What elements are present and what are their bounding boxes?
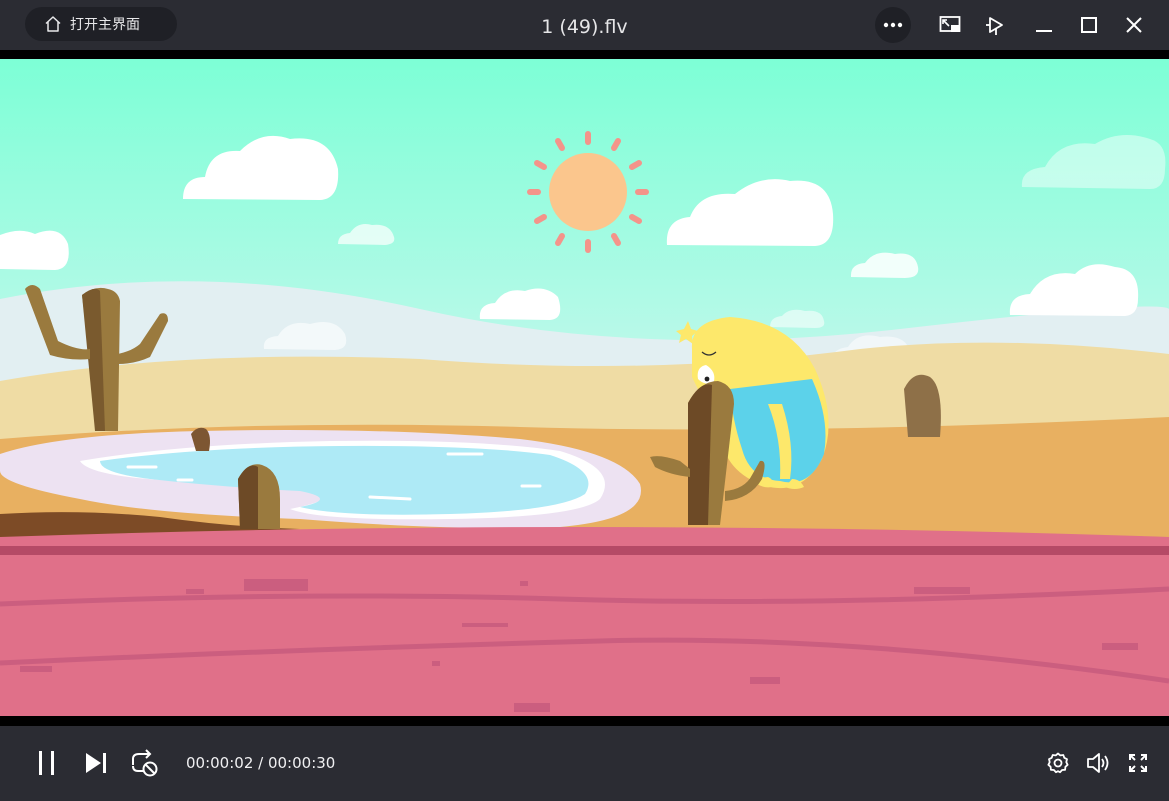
next-icon: [86, 753, 106, 773]
minimize-icon: [1036, 30, 1052, 32]
pause-button[interactable]: [32, 748, 62, 778]
maximize-button[interactable]: [1071, 7, 1107, 43]
mini-window-button[interactable]: [932, 7, 968, 43]
open-main-interface-label: 打开主界面: [70, 17, 140, 33]
close-button[interactable]: [1116, 7, 1152, 43]
more-button[interactable]: [875, 7, 911, 43]
title-bar[interactable]: 打开主界面 1 (49).flv: [0, 0, 1169, 50]
close-icon: [1126, 17, 1142, 33]
minimize-button[interactable]: [1026, 7, 1062, 43]
mini-window-icon: [939, 16, 961, 32]
maximize-icon: [1081, 17, 1097, 33]
pin-on-top-button[interactable]: [978, 7, 1014, 43]
video-frame[interactable]: [0, 59, 1169, 716]
total-duration: 00:00:30: [267, 754, 336, 772]
more-icon: [883, 22, 903, 28]
volume-button[interactable]: [1083, 748, 1113, 778]
desert-scene-image: [0, 59, 1169, 716]
settings-button[interactable]: [1043, 748, 1073, 778]
next-button[interactable]: [81, 748, 111, 778]
pin-on-top-icon: [986, 17, 1003, 35]
video-player-window: 打开主界面 1 (49).flv 00:00:02 / 00:00:30: [0, 0, 1169, 801]
loop-off-icon: [132, 749, 158, 777]
current-time: 00:00:02: [186, 754, 254, 772]
player-control-bar: 00:00:02 / 00:00:30: [0, 726, 1169, 801]
fullscreen-button[interactable]: [1123, 748, 1153, 778]
loop-toggle-button[interactable]: [129, 748, 159, 778]
settings-icon: [1047, 752, 1069, 774]
pause-icon: [39, 751, 54, 775]
home-icon: [45, 16, 61, 32]
time-separator: /: [253, 754, 268, 772]
playback-time: 00:00:02 / 00:00:30: [186, 754, 335, 772]
volume-icon: [1087, 753, 1109, 773]
open-main-interface-button[interactable]: 打开主界面: [25, 7, 177, 41]
fullscreen-icon: [1129, 754, 1147, 772]
